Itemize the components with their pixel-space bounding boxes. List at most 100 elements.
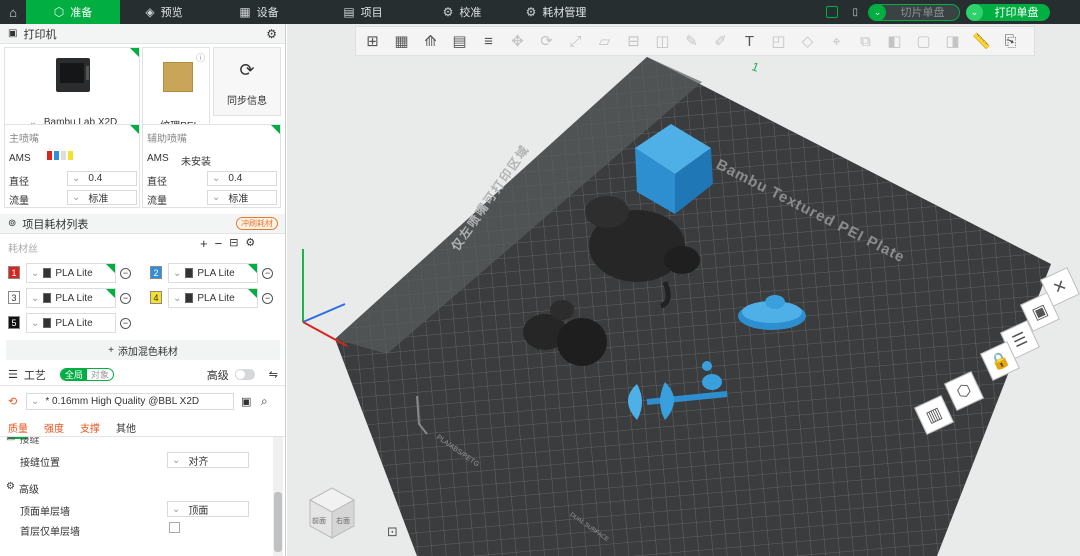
device-icon: ▦ bbox=[239, 5, 251, 19]
settings-icon[interactable]: ⚙ bbox=[245, 236, 255, 251]
main-flow-select[interactable]: ⌄ 标准 bbox=[67, 190, 137, 205]
seam-group-title: 接缝 bbox=[19, 437, 40, 446]
seam-position-label: 接缝位置 bbox=[20, 458, 60, 469]
move-icon[interactable]: ✥ bbox=[505, 29, 530, 54]
auto-orient-icon[interactable]: ⟰ bbox=[418, 29, 443, 54]
tab-prepare[interactable]: ⬡ 准备 bbox=[26, 0, 120, 24]
filament-slot-3[interactable]: ⌄ PLA Lite bbox=[26, 288, 116, 308]
variable-layer-icon[interactable]: ◧ bbox=[882, 29, 907, 54]
layers-icon[interactable]: ≡ bbox=[476, 29, 501, 54]
support-paint-icon[interactable]: ✎ bbox=[679, 29, 704, 54]
tab-filament-manage-label: 耗材管理 bbox=[542, 7, 587, 19]
tab-preview[interactable]: ◈ 预览 bbox=[120, 0, 208, 24]
seam-position-select[interactable]: ⌄ 对齐 bbox=[167, 452, 249, 468]
window-icon[interactable]: ▯ bbox=[852, 7, 858, 18]
assembly-icon[interactable]: ⧉ bbox=[853, 29, 878, 54]
sync-ams-icon[interactable]: ⊟ bbox=[229, 236, 238, 251]
chevron-down-icon[interactable]: ⌄ bbox=[966, 3, 983, 21]
tab-filament-manage[interactable]: ⚙ 耗材管理 bbox=[508, 0, 604, 24]
remove-filament-5-icon[interactable]: − bbox=[120, 318, 131, 329]
scope-object[interactable]: 对象 bbox=[87, 369, 113, 380]
text-icon[interactable]: T bbox=[737, 29, 762, 54]
chevron-down-icon[interactable]: ⌄ bbox=[869, 4, 886, 20]
add-icon[interactable]: + bbox=[200, 236, 208, 251]
filament-slot-2[interactable]: ⌄ PLA Lite bbox=[168, 263, 258, 283]
mesh-boolean-icon[interactable]: ◫ bbox=[650, 29, 675, 54]
add-mixed-filament-button[interactable]: + 添加混色耗材 bbox=[6, 340, 280, 360]
scope-global[interactable]: 全局 bbox=[60, 369, 87, 380]
measure-icon[interactable]: ⌖ bbox=[824, 29, 849, 54]
top-wall-select[interactable]: ⌄ 顶面 bbox=[167, 501, 249, 517]
compare-icon[interactable]: ⇋ bbox=[269, 368, 278, 381]
corner-mark bbox=[130, 125, 139, 134]
fit-view-icon[interactable]: ⊡ bbox=[387, 524, 398, 540]
main-diameter-select[interactable]: ⌄ 0.4 bbox=[67, 171, 137, 186]
sync-info-button[interactable]: ⟳ 同步信息 bbox=[213, 47, 281, 116]
settings-icon[interactable]: ⚙ bbox=[266, 27, 277, 41]
lay-on-face-icon[interactable]: ▱ bbox=[592, 29, 617, 54]
filament-spool-icon bbox=[43, 293, 52, 303]
search-icon[interactable]: ⌕ bbox=[261, 394, 268, 409]
main-nozzle-card: 主喷嘴 AMS 直径 ⌄ 0.4 流量 ⌄ 标准 bbox=[4, 124, 140, 208]
save-icon[interactable]: ▣ bbox=[241, 395, 251, 408]
remove-filament-1-icon[interactable]: − bbox=[120, 268, 131, 279]
view-cube[interactable]: 前面 右面 bbox=[302, 482, 362, 542]
tab-preview-label: 预览 bbox=[160, 7, 183, 19]
build-plate-grid bbox=[335, 57, 1051, 556]
ams-slots-icon[interactable] bbox=[47, 151, 73, 160]
x-axis bbox=[302, 321, 348, 347]
scale-icon[interactable]: ⤢ bbox=[563, 29, 588, 54]
info-icon[interactable]: ⓘ bbox=[196, 51, 205, 64]
tab-device[interactable]: ▦ 设备 bbox=[208, 0, 310, 24]
fuzzy-icon[interactable]: ▢ bbox=[911, 29, 936, 54]
first-layer-checkbox[interactable] bbox=[169, 522, 180, 533]
filament-slot-5[interactable]: ⌄ PLA Lite bbox=[26, 313, 116, 333]
slot-number-4: 4 bbox=[150, 291, 162, 304]
seam-paint-icon[interactable]: ◇ bbox=[795, 29, 820, 54]
slice-plate-button[interactable]: ⌄ 切片单盘 bbox=[868, 3, 960, 21]
split-icon[interactable]: ⎘ bbox=[998, 29, 1023, 54]
remove-icon[interactable]: − bbox=[215, 236, 223, 251]
remove-filament-4-icon[interactable]: − bbox=[262, 293, 273, 304]
filament-slot-5-name: PLA Lite bbox=[55, 317, 93, 329]
svg-icon[interactable]: ◰ bbox=[766, 29, 791, 54]
cut-icon[interactable]: ⊟ bbox=[621, 29, 646, 54]
ruler-icon[interactable]: 📏 bbox=[969, 29, 994, 54]
project-icon: ▤ bbox=[343, 5, 355, 19]
filament-slot-1[interactable]: ⌄ PLA Lite bbox=[26, 263, 116, 283]
remove-filament-2-icon[interactable]: − bbox=[262, 268, 273, 279]
settings-scrollbar[interactable] bbox=[273, 437, 283, 556]
slot-number-3: 3 bbox=[8, 291, 20, 304]
filament-slot-2-name: PLA Lite bbox=[197, 267, 235, 279]
3d-viewport[interactable]: Bambu Textured PEI Plate 仅左喷嘴可打印区域 PLA/A… bbox=[287, 24, 1080, 556]
tab-prepare-label: 准备 bbox=[70, 7, 93, 19]
advanced-toggle[interactable] bbox=[234, 369, 255, 380]
color-paint-icon[interactable]: ✐ bbox=[708, 29, 733, 54]
chevron-down-icon: ⌄ bbox=[173, 267, 182, 279]
arrange-icon[interactable]: ▤ bbox=[447, 29, 472, 54]
process-preset-select[interactable]: ⌄ * 0.16mm High Quality @BBL X2D bbox=[26, 393, 234, 410]
remove-filament-3-icon[interactable]: − bbox=[120, 293, 131, 304]
advanced-group-title: 高级 bbox=[18, 485, 39, 496]
build-plate-scene[interactable] bbox=[287, 24, 1080, 556]
tab-calibrate[interactable]: ⚙ 校准 bbox=[416, 0, 508, 24]
aux-flow-select[interactable]: ⌄ 标准 bbox=[207, 190, 277, 205]
home-icon[interactable]: ⌂ bbox=[0, 0, 26, 24]
tab-project[interactable]: ▤ 项目 bbox=[310, 0, 416, 24]
aux-diameter-select[interactable]: ⌄ 0.4 bbox=[207, 171, 277, 186]
print-plate-button[interactable]: ⌄ 打印单盘 bbox=[966, 3, 1050, 21]
filament-slot-4[interactable]: ⌄ PLA Lite bbox=[168, 288, 258, 308]
first-layer-label: 首层仅单层墙 bbox=[20, 527, 80, 538]
brim-ears-icon[interactable]: ◨ bbox=[940, 29, 965, 54]
chevron-down-icon: ⌄ bbox=[31, 396, 40, 407]
scope-toggle[interactable]: 全局 对象 bbox=[59, 368, 114, 381]
rotate-icon[interactable]: ⟳ bbox=[534, 29, 559, 54]
scrollbar-thumb[interactable] bbox=[274, 492, 282, 552]
reset-icon[interactable]: ⟲ bbox=[8, 395, 17, 408]
aux-nozzle-card: 辅助喷嘴 AMS 未安装 直径 ⌄ 0.4 流量 ⌄ 标准 bbox=[142, 124, 281, 208]
add-plate-icon[interactable]: ▦ bbox=[389, 29, 414, 54]
corner-mark bbox=[271, 125, 280, 134]
workspace-icon[interactable] bbox=[826, 6, 839, 18]
flush-filament-badge[interactable]: 冲刷耗材 bbox=[236, 217, 278, 230]
add-object-icon[interactable]: ⊞ bbox=[360, 29, 385, 54]
